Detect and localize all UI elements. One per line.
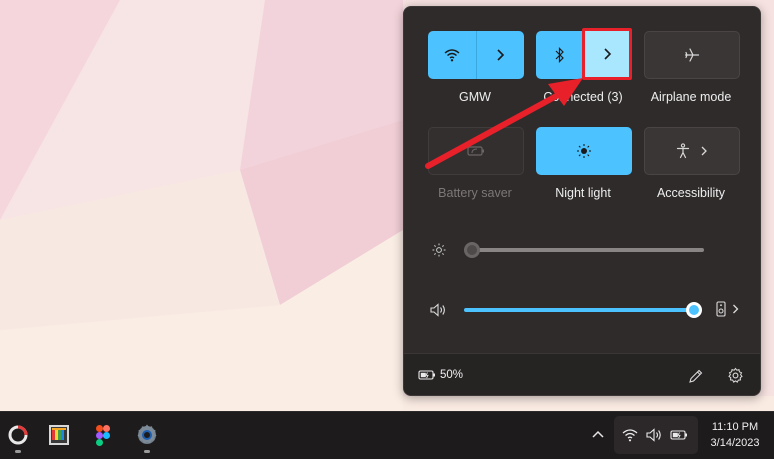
- system-tray-status-button[interactable]: [614, 416, 698, 454]
- taskbar-app-figma[interactable]: [88, 420, 118, 450]
- volume-icon: [646, 428, 661, 442]
- clock-time: 11:10 PM: [711, 421, 759, 433]
- clock-date: 3/14/2023: [710, 437, 760, 449]
- app-ring-icon: [8, 425, 28, 445]
- running-indicator: [144, 450, 150, 453]
- chevron-up-icon[interactable]: [592, 430, 604, 438]
- taskbar: 11:10 PM 3/14/2023: [0, 411, 774, 459]
- taskbar-app-1[interactable]: [3, 420, 33, 450]
- app-palette-icon: [49, 425, 69, 445]
- figma-icon: [96, 424, 110, 446]
- taskbar-clock[interactable]: 11:10 PM 3/14/2023: [704, 419, 766, 451]
- wifi-icon: [622, 429, 638, 442]
- battery-icon: [670, 430, 687, 440]
- annotation-arrow: [425, 78, 583, 169]
- taskbar-app-settings[interactable]: [132, 420, 162, 450]
- settings-app-icon: [137, 424, 157, 444]
- taskbar-app-2[interactable]: [44, 420, 74, 450]
- running-indicator: [15, 450, 21, 453]
